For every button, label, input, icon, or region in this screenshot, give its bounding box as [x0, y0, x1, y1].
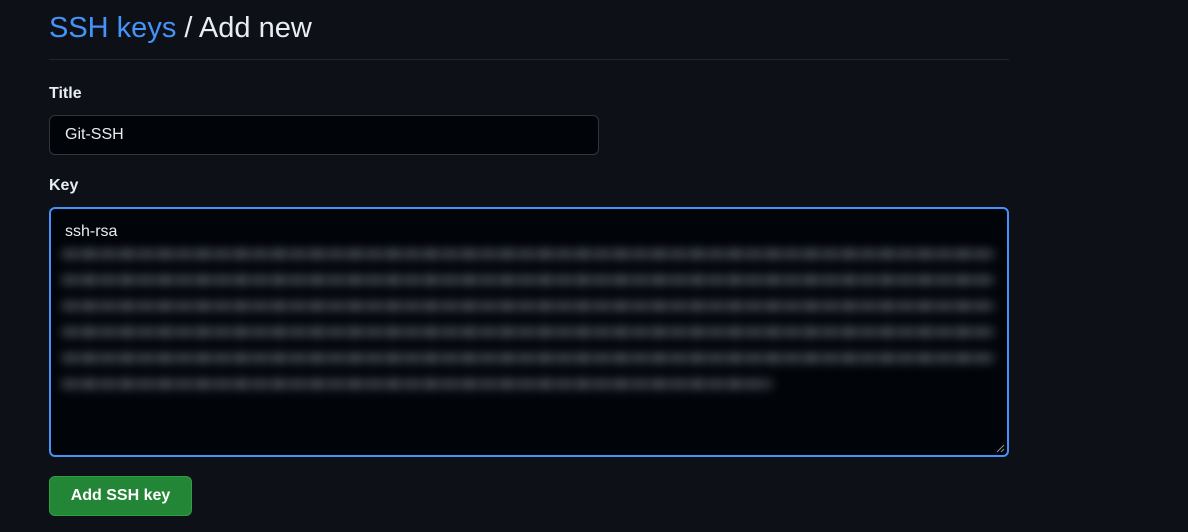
key-label: Key	[49, 177, 79, 194]
resize-grip-icon[interactable]	[995, 443, 1005, 453]
breadcrumb: SSH keys / Add new	[49, 8, 1009, 48]
breadcrumb-separator: /	[184, 12, 193, 44]
title-label: Title	[49, 85, 82, 102]
add-ssh-key-button[interactable]: Add SSH key	[49, 476, 192, 516]
page-header: SSH keys / Add new	[49, 8, 1009, 60]
key-visible-prefix: ssh-rsa	[65, 223, 118, 240]
key-textarea[interactable]: ssh-rsa	[49, 207, 1009, 457]
breadcrumb-current-page: Add new	[198, 12, 312, 44]
key-redacted-content	[61, 249, 996, 399]
add-ssh-key-page: SSH keys / Add new Title Key ssh-rsa Add…	[0, 0, 1188, 532]
title-input[interactable]	[49, 115, 599, 155]
breadcrumb-ssh-keys-link[interactable]: SSH keys	[49, 12, 176, 44]
